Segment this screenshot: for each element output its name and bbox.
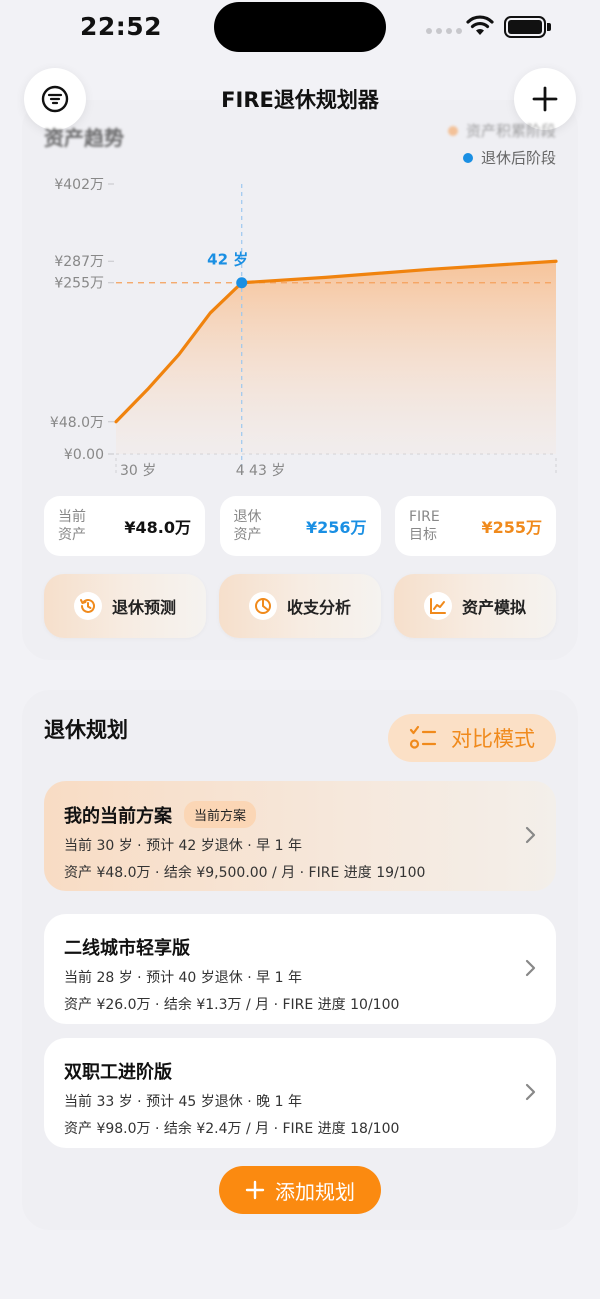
legend-accumulation: 资产积累阶段 (447, 120, 556, 141)
income-expense-analysis-button[interactable]: 收支分析 (219, 574, 381, 638)
plan-item-tier2-city[interactable]: 二线城市轻享版 当前 28 岁 · 预计 40 岁退休 · 早 1 年 资产 ¥… (44, 914, 556, 1024)
add-plan-button[interactable]: 添加规划 (219, 1166, 381, 1214)
wifi-icon (466, 15, 494, 35)
x-tick-label: 30 岁 (120, 463, 156, 479)
history-icon (73, 592, 102, 620)
legend-label: 资产积累阶段 (465, 122, 556, 140)
trend-chart-icon (423, 592, 452, 620)
plus-icon (245, 1180, 265, 1200)
chevron-right-icon (525, 959, 536, 977)
retirement-forecast-button[interactable]: 退休预测 (44, 574, 206, 638)
stat-current-assets: 当前资产 ¥48.0万 (44, 496, 205, 556)
plan-name-row: 我的当前方案 当前方案 (64, 801, 536, 828)
legend-retirement: 退休后阶段 (462, 147, 556, 168)
stats-row: 当前资产 ¥48.0万 退休资产 ¥256万 FIRE目标 ¥255万 (44, 496, 556, 556)
retirement-point (236, 277, 248, 289)
action-label: 资产模拟 (461, 598, 526, 617)
compare-mode-label: 对比模式 (451, 727, 535, 751)
add-plan-label: 添加规划 (275, 1179, 355, 1204)
action-label: 收支分析 (286, 598, 351, 617)
compare-mode-button[interactable]: 对比模式 (388, 714, 556, 762)
chevron-right-icon (525, 1083, 536, 1101)
plan-item-current[interactable]: 我的当前方案 当前方案 当前 30 岁 · 预计 42 岁退休 · 早 1 年 … (44, 781, 556, 891)
status-bar: 22:52 (0, 0, 600, 56)
status-time: 22:52 (80, 12, 163, 41)
x-tick-label: 4 43 岁 (236, 463, 286, 479)
plan-summary: 当前 33 岁 · 预计 45 岁退休 · 晚 1 年 (64, 1094, 302, 1110)
plus-icon (532, 86, 558, 112)
stat-retirement-assets: 退休资产 ¥256万 (219, 496, 381, 556)
plan-name: 双职工进阶版 (64, 1062, 172, 1083)
stat-label: FIRE目标 (409, 509, 440, 543)
chevron-right-icon (525, 826, 536, 844)
asset-simulation-button[interactable]: 资产模拟 (394, 574, 556, 638)
plan-summary: 当前 28 岁 · 预计 40 岁退休 · 早 1 年 (64, 970, 302, 986)
stat-label: 退休资产 (233, 509, 262, 543)
trend-title: 资产趋势 (44, 126, 124, 150)
stat-value: ¥256万 (305, 518, 367, 537)
stat-value: ¥255万 (481, 518, 542, 537)
actions-row: 退休预测 收支分析 资产模拟 (44, 574, 556, 638)
legend-dot (462, 152, 473, 163)
battery-icon (504, 16, 551, 38)
pie-chart-icon (248, 592, 277, 620)
compare-list-icon (409, 725, 437, 749)
asset-trend-chart: ¥402万 ¥287万 ¥255万 ¥48.0万 ¥0.00 42 岁 30 岁 4 43 岁 (50, 177, 558, 479)
y-tick-label: ¥48.0万 (50, 415, 104, 431)
action-label: 退休预测 (111, 598, 176, 617)
plan-name: 我的当前方案 (64, 805, 172, 827)
planning-title: 退休规划 (44, 718, 128, 742)
plan-name: 二线城市轻享版 (64, 938, 190, 959)
retirement-age-label: 42 岁 (207, 251, 248, 269)
stat-value: ¥48.0万 (124, 518, 191, 537)
current-plan-badge: 当前方案 (184, 801, 257, 828)
cellular-signal-icon (426, 28, 462, 34)
stat-label: 当前资产 (58, 509, 86, 543)
y-tick-label: ¥402万 (54, 177, 104, 193)
plan-summary: 当前 30 岁 · 预计 42 岁退休 · 早 1 年 (64, 838, 302, 854)
y-tick-label: ¥287万 (54, 254, 104, 270)
legend-dot (447, 125, 458, 136)
stat-fire-target: FIRE目标 ¥255万 (395, 496, 556, 556)
legend-label: 退休后阶段 (480, 149, 556, 167)
y-tick-label: ¥0.00 (64, 447, 104, 463)
y-tick-label: ¥255万 (54, 276, 104, 292)
dynamic-island (214, 2, 386, 52)
plan-details: 资产 ¥48.0万 · 结余 ¥9,500.00 / 月 · FIRE 进度 1… (64, 865, 426, 881)
page-title: FIRE退休规划器 (221, 88, 379, 112)
plan-details: 资产 ¥26.0万 · 结余 ¥1.3万 / 月 · FIRE 进度 10/10… (64, 997, 400, 1013)
plan-item-dual-income[interactable]: 双职工进阶版 当前 33 岁 · 预计 45 岁退休 · 晚 1 年 资产 ¥9… (44, 1038, 556, 1148)
plan-details: 资产 ¥98.0万 · 结余 ¥2.4万 / 月 · FIRE 进度 18/10… (64, 1121, 400, 1137)
asset-area (116, 261, 556, 454)
